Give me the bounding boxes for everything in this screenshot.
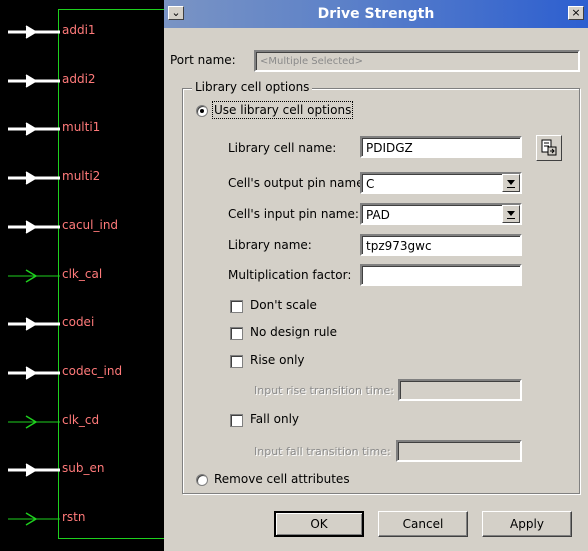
- output-pin-label: Cell's output pin name:: [228, 176, 368, 190]
- schematic-canvas[interactable]: addi1 addi2 multi1 multi2 cacul_ind clk_calco…: [0, 0, 164, 551]
- port-arrow-icon: [8, 74, 60, 88]
- library-name-field[interactable]: tpz973gwc: [360, 234, 522, 256]
- port-label: multi2: [62, 169, 101, 184]
- schematic-port[interactable]: clk_cal: [0, 266, 164, 286]
- schematic-port[interactable]: rstn: [0, 509, 164, 529]
- schematic-port[interactable]: codei: [0, 314, 164, 334]
- library-cell-name-label: Library cell name:: [228, 141, 337, 155]
- close-button[interactable]: ×: [568, 6, 584, 20]
- input-pin-combo[interactable]: PAD: [360, 203, 522, 225]
- browse-library-button[interactable]: [536, 135, 562, 161]
- multiplication-factor-field[interactable]: [360, 264, 522, 286]
- port-arrow-icon: [8, 317, 60, 331]
- use-library-cell-options-label[interactable]: Use library cell options: [211, 101, 354, 119]
- port-arrow-icon: [8, 512, 60, 526]
- group-legend: Library cell options: [192, 80, 313, 94]
- rise-only-checkbox[interactable]: [230, 355, 243, 368]
- port-arrow-icon: [8, 25, 60, 39]
- output-pin-combo[interactable]: C: [360, 172, 522, 194]
- schematic-port[interactable]: clk_cd: [0, 412, 164, 432]
- port-arrow-icon: [8, 463, 60, 477]
- browse-icon: [541, 139, 557, 156]
- fall-only-checkbox[interactable]: [230, 414, 243, 427]
- rise-transition-label: Input rise transition time:: [254, 384, 395, 397]
- port-label: codec_ind: [62, 363, 123, 378]
- no-design-rule-checkbox[interactable]: [230, 327, 243, 340]
- use-library-cell-options-radio[interactable]: [196, 105, 208, 117]
- remove-cell-attributes-radio[interactable]: [196, 474, 208, 486]
- no-design-rule-label[interactable]: No design rule: [250, 325, 337, 339]
- cancel-button[interactable]: Cancel: [378, 511, 468, 537]
- apply-button[interactable]: Apply: [482, 511, 572, 537]
- input-pin-label: Cell's input pin name:: [228, 207, 359, 221]
- port-arrow-icon: [8, 171, 60, 185]
- schematic-port[interactable]: addi2: [0, 71, 164, 91]
- input-pin-value: PAD: [366, 208, 390, 222]
- fall-only-label[interactable]: Fall only: [250, 412, 299, 426]
- port-arrow-icon: [8, 414, 60, 429]
- library-name-label: Library name:: [228, 238, 312, 252]
- rise-only-label[interactable]: Rise only: [250, 353, 305, 367]
- port-label: rstn: [62, 510, 86, 524]
- port-name-label: Port name:: [170, 53, 236, 67]
- library-cell-name-field[interactable]: PDIDGZ: [360, 136, 522, 158]
- port-arrow-icon: [8, 220, 60, 234]
- fall-transition-field: [396, 440, 522, 462]
- title-bar[interactable]: ⌄ Drive Strength ×: [164, 0, 588, 28]
- output-pin-value: C: [366, 177, 375, 191]
- close-icon: ×: [571, 6, 581, 19]
- dont-scale-checkbox[interactable]: [230, 300, 243, 313]
- port-arrow-icon: [8, 122, 60, 137]
- port-label: addi2: [62, 71, 96, 86]
- schematic-port[interactable]: multi1: [0, 119, 164, 139]
- chevron-down-icon[interactable]: [502, 205, 520, 223]
- schematic-port[interactable]: sub_en: [0, 460, 164, 480]
- port-arrow-icon: [8, 268, 60, 283]
- port-arrow-icon: [8, 366, 60, 380]
- port-label: codei: [62, 315, 95, 330]
- port-label: addi1: [62, 23, 96, 37]
- port-label: sub_en: [62, 461, 105, 476]
- port-name-field: <Multiple Selected>: [254, 50, 580, 72]
- ok-button[interactable]: OK: [274, 511, 364, 537]
- schematic-port[interactable]: codec_ind: [0, 363, 164, 383]
- schematic-port[interactable]: addi1: [0, 22, 164, 42]
- dialog-title: Drive Strength: [317, 6, 435, 22]
- multiplication-factor-label: Multiplication factor:: [228, 268, 352, 282]
- remove-cell-attributes-label[interactable]: Remove cell attributes: [214, 472, 350, 486]
- port-label: cacul_ind: [62, 217, 119, 232]
- rise-transition-field: [398, 379, 522, 401]
- chevron-down-icon[interactable]: [502, 174, 520, 192]
- port-label: clk_cd: [62, 412, 100, 427]
- fall-transition-label: Input fall transition time:: [254, 445, 391, 458]
- schematic-port[interactable]: multi2: [0, 168, 164, 188]
- drive-strength-dialog: ⌄ Drive Strength × Port name: <Multiple …: [164, 0, 588, 551]
- dont-scale-label[interactable]: Don't scale: [250, 298, 317, 312]
- port-label: multi1: [62, 120, 101, 135]
- port-label: clk_cal: [62, 266, 103, 281]
- schematic-port[interactable]: cacul_ind: [0, 217, 164, 237]
